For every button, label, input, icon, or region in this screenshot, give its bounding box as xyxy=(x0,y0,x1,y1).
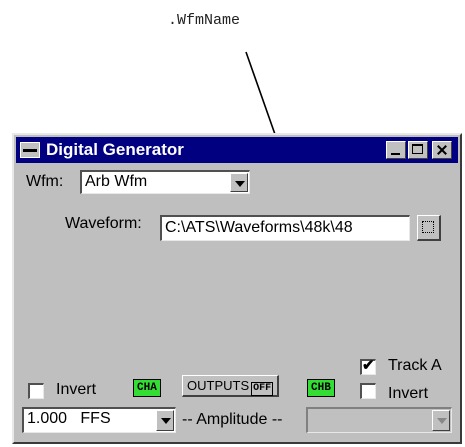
chb-badge[interactable]: CHB xyxy=(307,379,335,397)
wfm-selected-value: Arb Wfm xyxy=(85,173,148,190)
minimize-button[interactable] xyxy=(386,141,406,159)
track-a-label: Track A xyxy=(388,357,442,374)
invert-a-checkbox[interactable] xyxy=(28,383,44,399)
waveform-path-value: C:\ATS\Waveforms\48k\48 xyxy=(165,219,353,236)
dropdown-arrow-icon xyxy=(432,410,450,431)
dropdown-arrow-icon[interactable] xyxy=(230,173,248,192)
amplitude-label: -- Amplitude -- xyxy=(182,411,283,428)
invert-a-label: Invert xyxy=(56,381,97,398)
waveform-label: Waveform: xyxy=(65,215,142,232)
window-title: Digital Generator xyxy=(46,140,184,159)
wfm-select[interactable]: Arb Wfm xyxy=(80,170,250,194)
outputs-button[interactable]: OUTPUTS OFF xyxy=(182,375,280,397)
system-menu-icon[interactable] xyxy=(20,142,40,158)
invert-b-label: Invert xyxy=(388,385,429,402)
checkmark-icon: ✔ xyxy=(362,357,375,374)
invert-b-checkbox[interactable] xyxy=(360,383,376,399)
outputs-label: OUTPUTS xyxy=(187,378,250,393)
close-button[interactable] xyxy=(432,141,452,159)
browse-icon[interactable] xyxy=(417,215,441,241)
digital-generator-window: Digital Generator Wfm: Arb Wfm Waveform:… xyxy=(12,133,462,444)
amplitude-a-value: 1.000 FFS xyxy=(27,410,111,427)
waveform-path-field[interactable]: C:\ATS\Waveforms\48k\48 xyxy=(160,215,410,241)
maximize-button[interactable] xyxy=(408,141,428,159)
amplitude-a-select[interactable]: 1.000 FFS xyxy=(22,407,176,433)
cha-badge[interactable]: CHA xyxy=(133,379,161,397)
track-a-checkbox[interactable]: ✔ xyxy=(360,357,376,375)
amplitude-b-select xyxy=(306,407,452,433)
dropdown-arrow-icon[interactable] xyxy=(156,410,174,431)
wfm-label: Wfm: xyxy=(26,173,64,190)
callout-label: .WfmName xyxy=(168,12,241,29)
outputs-state: OFF xyxy=(251,382,274,396)
title-bar[interactable]: Digital Generator xyxy=(16,137,458,163)
